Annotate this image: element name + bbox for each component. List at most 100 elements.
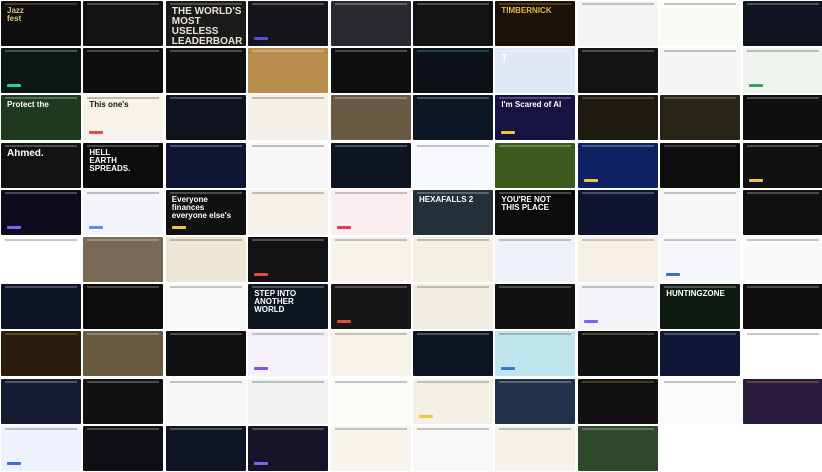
tile-navbar (581, 380, 654, 383)
thumbnail-tile[interactable] (165, 95, 246, 141)
thumbnail-tile[interactable] (83, 237, 164, 282)
thumbnail-tile[interactable] (1, 237, 81, 282)
thumbnail-tile[interactable] (742, 142, 822, 188)
thumbnail-tile[interactable] (248, 142, 329, 188)
thumbnail-tile[interactable]: T (495, 48, 576, 94)
thumbnail-tile[interactable] (660, 378, 741, 424)
thumbnail-tile[interactable] (413, 142, 493, 188)
thumbnail-tile[interactable] (577, 237, 658, 282)
thumbnail-tile[interactable] (413, 331, 493, 377)
thumbnail-tile[interactable] (248, 237, 329, 282)
thumbnail-tile[interactable] (330, 378, 411, 424)
thumbnail-tile[interactable] (1, 189, 81, 235)
thumbnail-tile[interactable]: This one's (83, 95, 164, 141)
thumbnail-tile[interactable] (413, 1, 493, 46)
thumbnail-tile[interactable]: Jazz fest (1, 1, 81, 46)
thumbnail-tile[interactable] (330, 1, 411, 46)
thumbnail-tile[interactable]: Ahmed. (1, 142, 81, 188)
thumbnail-tile[interactable] (577, 331, 658, 377)
thumbnail-tile[interactable] (413, 284, 493, 330)
thumbnail-tile[interactable] (742, 331, 822, 377)
thumbnail-tile[interactable] (330, 237, 411, 282)
thumbnail-tile[interactable] (495, 142, 576, 188)
thumbnail-tile[interactable] (248, 95, 329, 141)
thumbnail-tile[interactable] (413, 48, 493, 94)
thumbnail-tile[interactable] (330, 48, 411, 94)
thumbnail-tile[interactable] (83, 331, 164, 377)
thumbnail-tile[interactable]: YOU'RE NOT THIS PLACE (495, 189, 576, 235)
thumbnail-tile[interactable] (1, 331, 81, 377)
thumbnail-tile[interactable] (1, 425, 81, 471)
thumbnail-tile[interactable] (83, 1, 164, 46)
thumbnail-tile[interactable] (83, 189, 164, 235)
thumbnail-tile[interactable] (248, 1, 329, 46)
thumbnail-tile[interactable] (577, 425, 658, 471)
thumbnail-tile[interactable] (577, 48, 658, 94)
thumbnail-tile[interactable]: HEXAFALLS 2 (413, 189, 493, 235)
thumbnail-tile[interactable] (248, 425, 329, 471)
thumbnail-tile[interactable] (660, 331, 741, 377)
thumbnail-tile[interactable] (577, 284, 658, 330)
thumbnail-tile[interactable]: I'm Scared of AI (495, 95, 576, 141)
thumbnail-tile[interactable] (330, 425, 411, 471)
thumbnail-tile[interactable] (413, 237, 493, 282)
thumbnail-tile[interactable]: Protect the (1, 95, 81, 141)
thumbnail-tile[interactable] (1, 48, 81, 94)
thumbnail-tile[interactable] (83, 425, 164, 471)
thumbnail-tile[interactable] (330, 331, 411, 377)
thumbnail-tile[interactable]: STEP INTO ANOTHER WORLD (248, 284, 329, 330)
thumbnail-tile[interactable] (165, 48, 246, 94)
thumbnail-tile[interactable]: HELL EARTH SPREADS. (83, 142, 164, 188)
thumbnail-tile[interactable] (165, 237, 246, 282)
thumbnail-tile[interactable] (165, 378, 246, 424)
thumbnail-tile[interactable] (1, 378, 81, 424)
thumbnail-tile[interactable] (577, 1, 658, 46)
thumbnail-tile[interactable] (248, 378, 329, 424)
thumbnail-tile[interactable] (165, 142, 246, 188)
thumbnail-tile[interactable] (660, 237, 741, 282)
thumbnail-tile[interactable] (495, 331, 576, 377)
thumbnail-tile[interactable] (742, 48, 822, 94)
thumbnail-tile[interactable] (165, 331, 246, 377)
thumbnail-tile[interactable] (660, 95, 741, 141)
thumbnail-tile[interactable] (660, 189, 741, 235)
thumbnail-tile[interactable] (742, 284, 822, 330)
thumbnail-tile[interactable] (248, 48, 329, 94)
tile-navbar (664, 3, 737, 5)
thumbnail-tile[interactable] (83, 284, 164, 330)
thumbnail-tile[interactable] (248, 331, 329, 377)
thumbnail-tile[interactable]: THE WORLD'S MOST USELESS LEADERBOARD (165, 1, 246, 46)
thumbnail-tile[interactable] (577, 142, 658, 188)
thumbnail-tile[interactable]: TIMBERNICK (495, 1, 576, 46)
thumbnail-tile[interactable] (742, 189, 822, 235)
thumbnail-tile[interactable] (330, 142, 411, 188)
thumbnail-tile[interactable] (660, 1, 741, 46)
thumbnail-tile[interactable] (413, 378, 493, 424)
thumbnail-tile[interactable] (83, 378, 164, 424)
thumbnail-tile[interactable] (742, 237, 822, 282)
thumbnail-tile[interactable] (83, 48, 164, 94)
thumbnail-tile[interactable]: HUNTINGZONE (660, 284, 741, 330)
thumbnail-tile[interactable] (577, 378, 658, 424)
thumbnail-tile[interactable] (495, 378, 576, 424)
thumbnail-tile[interactable] (742, 95, 822, 141)
thumbnail-tile[interactable] (495, 237, 576, 282)
thumbnail-tile[interactable] (248, 189, 329, 235)
thumbnail-tile[interactable] (742, 378, 822, 424)
thumbnail-tile[interactable] (577, 189, 658, 235)
thumbnail-tile[interactable] (1, 284, 81, 330)
thumbnail-tile[interactable] (330, 189, 411, 235)
thumbnail-tile[interactable] (165, 425, 246, 471)
thumbnail-tile[interactable] (330, 95, 411, 141)
thumbnail-tile[interactable] (495, 284, 576, 330)
thumbnail-tile[interactable] (660, 48, 741, 94)
thumbnail-tile[interactable] (742, 1, 822, 46)
thumbnail-tile[interactable] (577, 95, 658, 141)
thumbnail-tile[interactable]: Everyone finances everyone else's (165, 189, 246, 235)
thumbnail-tile[interactable] (413, 95, 493, 141)
thumbnail-tile[interactable] (330, 284, 411, 330)
thumbnail-tile[interactable] (660, 142, 741, 188)
thumbnail-tile[interactable] (165, 284, 246, 330)
thumbnail-tile[interactable] (413, 425, 493, 471)
thumbnail-tile[interactable] (495, 425, 576, 471)
